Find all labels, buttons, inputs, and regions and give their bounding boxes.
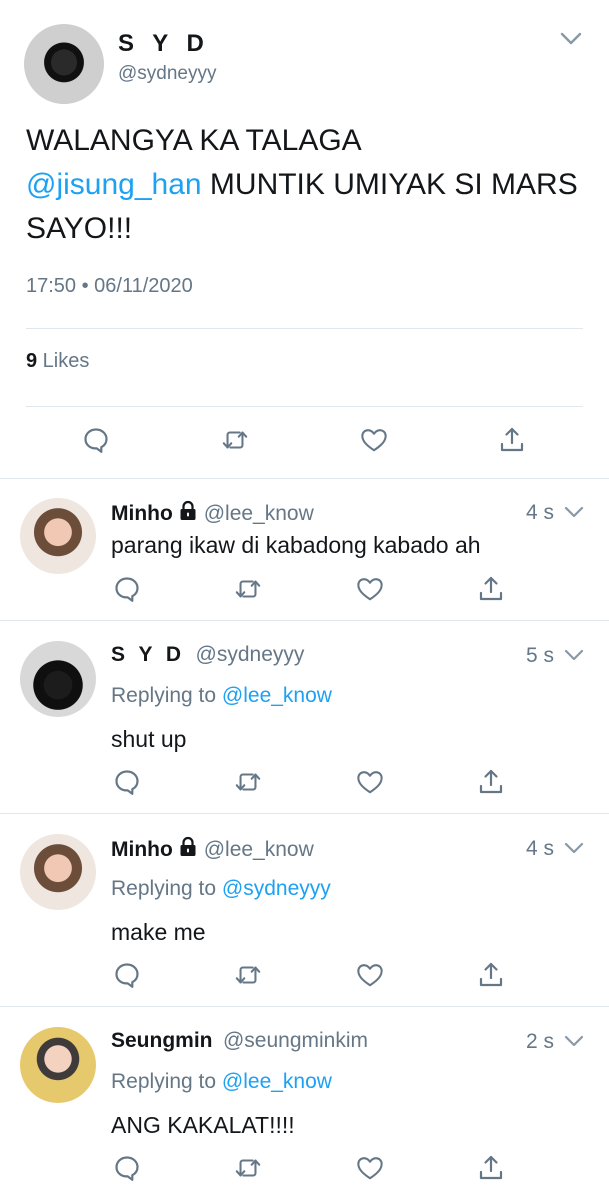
replying-to: Replying to @lee_know xyxy=(111,684,332,708)
reply-text: shut up xyxy=(111,726,187,752)
retweet-icon[interactable] xyxy=(234,768,262,796)
avatar[interactable] xyxy=(20,834,96,910)
reply-author-name[interactable]: S Y D xyxy=(111,643,185,666)
reply-author-name[interactable]: Seungmin xyxy=(111,1029,213,1052)
share-icon[interactable] xyxy=(477,575,505,603)
main-tweet-text: WALANGYA KA TALAGA @jisung_han MUNTIK UM… xyxy=(26,119,586,251)
retweet-icon[interactable] xyxy=(221,426,249,454)
likes-label: Likes xyxy=(37,350,90,372)
retweet-icon[interactable] xyxy=(234,1154,262,1182)
reply-time: 4 s xyxy=(526,501,555,524)
divider xyxy=(0,1006,609,1007)
reply-icon[interactable] xyxy=(113,1154,141,1182)
avatar[interactable] xyxy=(20,1027,96,1103)
reply-icon[interactable] xyxy=(82,426,110,454)
replying-prefix: Replying to xyxy=(111,684,222,707)
main-author-name[interactable]: S Y D xyxy=(118,30,210,58)
lock-icon xyxy=(177,500,199,527)
reply-time: 2 s xyxy=(526,1030,555,1053)
replying-prefix: Replying to xyxy=(111,1070,222,1093)
retweet-icon[interactable] xyxy=(234,961,262,989)
reply-header: Minho @lee_know xyxy=(111,500,314,527)
divider xyxy=(26,406,583,407)
chevron-down-icon[interactable] xyxy=(563,644,585,666)
reply-time: 5 s xyxy=(526,644,555,667)
lock-icon xyxy=(177,836,199,863)
mention-link[interactable]: @jisung_han xyxy=(26,168,202,201)
reply-author-name[interactable]: Minho xyxy=(111,502,173,525)
share-icon[interactable] xyxy=(477,768,505,796)
main-author-handle[interactable]: @sydneyyy xyxy=(118,63,217,85)
like-icon[interactable] xyxy=(356,1154,384,1182)
chevron-down-icon[interactable] xyxy=(563,501,585,523)
reply-header: Minho @lee_know xyxy=(111,836,314,863)
tweet-timestamp: 17:50 • 06/11/2020 xyxy=(26,275,193,297)
reply-header: Seungmin @seungminkim xyxy=(111,1029,368,1053)
reply-author-handle[interactable]: @lee_know xyxy=(204,838,314,861)
reply-author-handle[interactable]: @seungminkim xyxy=(223,1029,368,1052)
reply-text: make me xyxy=(111,919,206,945)
likes-stat[interactable]: 9 Likes xyxy=(26,350,89,373)
divider xyxy=(0,478,609,479)
reply-author-name[interactable]: Minho xyxy=(111,838,173,861)
like-icon[interactable] xyxy=(356,961,384,989)
retweet-icon[interactable] xyxy=(234,575,262,603)
reply-icon[interactable] xyxy=(113,961,141,989)
replying-to: Replying to @lee_know xyxy=(111,1070,332,1094)
reply-icon[interactable] xyxy=(113,768,141,796)
replying-to: Replying to @sydneyyy xyxy=(111,877,331,901)
reply-time: 4 s xyxy=(526,837,555,860)
reply-text: ANG KAKALAT!!!! xyxy=(111,1112,295,1138)
reply-text: parang ikaw di kabadong kabado ah xyxy=(111,532,481,558)
main-avatar[interactable] xyxy=(24,24,104,104)
replying-mention[interactable]: @lee_know xyxy=(222,684,332,707)
reply-author-handle[interactable]: @lee_know xyxy=(204,502,314,525)
replying-mention[interactable]: @lee_know xyxy=(222,1070,332,1093)
divider xyxy=(26,328,583,329)
share-icon[interactable] xyxy=(477,961,505,989)
share-icon[interactable] xyxy=(498,426,526,454)
divider xyxy=(0,620,609,621)
avatar[interactable] xyxy=(20,498,96,574)
reply-header: S Y D @sydneyyy xyxy=(111,643,304,667)
chevron-down-icon[interactable] xyxy=(560,28,582,50)
like-icon[interactable] xyxy=(356,768,384,796)
share-icon[interactable] xyxy=(477,1154,505,1182)
chevron-down-icon[interactable] xyxy=(563,837,585,859)
like-icon[interactable] xyxy=(360,426,388,454)
replying-mention[interactable]: @sydneyyy xyxy=(222,877,331,900)
divider xyxy=(0,813,609,814)
like-icon[interactable] xyxy=(356,575,384,603)
reply-author-handle[interactable]: @sydneyyy xyxy=(196,643,305,666)
replying-prefix: Replying to xyxy=(111,877,222,900)
chevron-down-icon[interactable] xyxy=(563,1030,585,1052)
likes-count: 9 xyxy=(26,350,38,372)
tweet-text-part1: WALANGYA KA TALAGA xyxy=(26,124,362,157)
reply-icon[interactable] xyxy=(113,575,141,603)
avatar[interactable] xyxy=(20,641,96,717)
